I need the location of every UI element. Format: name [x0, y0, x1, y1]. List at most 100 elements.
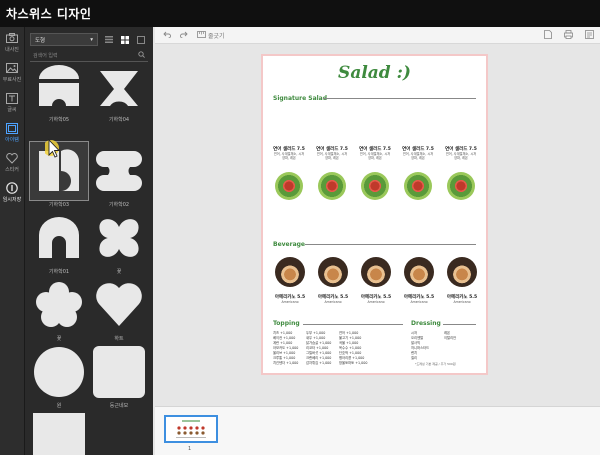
editor-toolbar: 줄긋기 — [155, 27, 600, 44]
beverage-item[interactable]: 아메리카노 5.5 Americano — [270, 294, 310, 304]
large-view-icon[interactable] — [134, 33, 148, 46]
shape-item[interactable]: 기하학02 — [90, 142, 148, 208]
heart-shape — [90, 276, 148, 334]
item-desc: 양파, 레몬 — [325, 156, 339, 160]
salad-item[interactable]: 연어 샐러드 7.5 연어, 사계절채소, 시저 양파, 레몬 — [441, 146, 481, 160]
shape-grid: 기하학05 기하학04 기하학03 기하학02 기하학01 꽃 꽃 하트 원 둥… — [28, 65, 148, 455]
rail-item-items[interactable]: 아이템 — [0, 117, 24, 147]
list-item: 치킨텐더 +1,000 — [273, 361, 299, 365]
dressing-list-2[interactable]: 레몬 이탈리안 — [444, 331, 456, 341]
list-item: 칠리 — [411, 356, 418, 360]
rail-item-text[interactable]: 글씨 — [0, 87, 24, 117]
item-desc: Americano — [410, 300, 428, 304]
panel-controls: 도형 ▾ — [30, 33, 148, 46]
list-view-icon[interactable] — [102, 33, 116, 46]
section-divider — [305, 244, 476, 245]
topping-list-1[interactable]: 치즈 +1,000 베이컨 +1,000 계란 +1,000 아보카도 +1,0… — [273, 331, 298, 366]
circle-shape — [30, 343, 88, 401]
page-thumbnail[interactable] — [164, 415, 218, 443]
save-circle-icon — [6, 182, 18, 195]
shape-label: 원 — [56, 403, 62, 409]
topping-title[interactable]: Topping — [273, 320, 300, 327]
menu-title[interactable]: Salad :) — [263, 63, 486, 83]
rail-label: 아이템 — [5, 136, 19, 143]
topping-list-2[interactable]: 두부 +1,000 새우 +1,000 닭가슴살 +1,000 리코타 +1,0… — [306, 331, 331, 366]
rounded-square-shape — [90, 343, 148, 401]
beverage-photo[interactable] — [318, 257, 348, 287]
beverage-photo[interactable] — [404, 257, 434, 287]
beverage-item[interactable]: 아메리카노 5.5 Americano — [356, 294, 396, 304]
rail-label: 임시저장 — [2, 196, 22, 203]
shapes-panel: 도형 ▾ 검색어 입력 기하학05 기하학04 기하학03 기하학02 기하학0… — [25, 27, 176, 455]
shape-item[interactable]: 기하학05 — [30, 57, 88, 123]
shape-item[interactable]: 꽃 — [30, 276, 88, 342]
rail-item-free-photos[interactable]: 무료사진 — [0, 57, 24, 87]
beverage-item[interactable]: 아메리카노 5.5 Americano — [442, 294, 482, 304]
salad-item[interactable]: 연어 샐러드 7.5 연어, 사계절채소, 시저 양파, 레몬 — [269, 146, 309, 160]
shape-item[interactable]: 기하학01 — [30, 209, 88, 275]
rail-item-temp-save[interactable]: 임시저장 — [0, 177, 24, 207]
text-icon — [6, 92, 18, 105]
salad-item[interactable]: 연어 샐러드 7.5 연어, 사계절채소, 시저 양파, 레몬 — [312, 146, 352, 160]
print-icon[interactable] — [564, 30, 573, 41]
section-divider — [303, 324, 403, 325]
shape-item[interactable]: 꽃 — [90, 209, 148, 275]
salad-photo[interactable] — [318, 172, 346, 200]
rail-item-stickers[interactable]: 스티커 — [0, 147, 24, 177]
salad-photo[interactable] — [361, 172, 389, 200]
list-item: 감자튀김 +1,000 — [306, 361, 332, 365]
shape-item[interactable]: 네모 — [30, 410, 88, 455]
ruler-icon — [197, 30, 206, 40]
rail-item-my-photos[interactable]: 내사진 — [0, 27, 24, 57]
shape-item[interactable]: 원 — [30, 343, 88, 409]
shapes-icon — [6, 122, 18, 135]
shape-item[interactable]: 둥근네모 — [90, 343, 148, 409]
dressing-title[interactable]: Dressing — [411, 320, 441, 327]
dressing-list-1[interactable]: 시저 오리엔탈 발사믹 허니머스타드 렌치 칠리 — [411, 331, 429, 361]
beverage-item[interactable]: 아메리카노 5.5 Americano — [399, 294, 439, 304]
beverage-photo[interactable] — [275, 257, 305, 287]
shape-item[interactable]: 하트 — [90, 276, 148, 342]
item-desc: Americano — [324, 300, 342, 304]
undo-icon[interactable] — [163, 31, 171, 40]
shape-label: 꽃 — [56, 336, 62, 342]
item-desc: Americano — [281, 300, 299, 304]
beverage-title[interactable]: Beverage — [273, 241, 305, 248]
view-toggle — [102, 33, 148, 46]
salad-photo[interactable] — [275, 172, 303, 200]
salad-photo[interactable] — [404, 172, 432, 200]
item-desc: 양파, 레몬 — [368, 156, 382, 160]
design-page[interactable]: Salad :) Signature Salad 연어 샐러드 7.5 연어, … — [261, 54, 488, 375]
rail-label: 글씨 — [7, 106, 17, 113]
category-value: 도형 — [35, 37, 46, 44]
beverage-item[interactable]: 아메리카노 5.5 Americano — [313, 294, 353, 304]
redo-icon[interactable] — [180, 31, 188, 40]
shape-item[interactable]: 기하학04 — [90, 57, 148, 123]
beverage-photo[interactable] — [361, 257, 391, 287]
geometric-01-shape — [30, 209, 88, 267]
shape-label: 꽃 — [116, 269, 122, 275]
heart-icon — [6, 152, 18, 165]
salad-item[interactable]: 연어 샐러드 7.5 연어, 사계절채소, 시저 양파, 레몬 — [355, 146, 395, 160]
section-divider — [323, 98, 476, 99]
settings-icon[interactable] — [585, 30, 594, 41]
rail-label: 스티커 — [5, 166, 19, 173]
shape-label: 기하학03 — [48, 202, 70, 208]
grid-view-icon[interactable] — [118, 33, 132, 46]
document-icon[interactable] — [544, 30, 552, 41]
shape-label: 둥근네모 — [109, 403, 129, 409]
salad-photo[interactable] — [447, 172, 475, 200]
rail-label: 내사진 — [5, 46, 19, 53]
camera-icon — [6, 32, 18, 45]
topping-list-3[interactable]: 연어 +1,000 불고기 +1,000 곡물 +1,000 옥수수 +1,00… — [339, 331, 367, 366]
align-button[interactable]: 줄긋기 — [197, 30, 225, 40]
signature-title[interactable]: Signature Salad — [273, 95, 327, 102]
beverage-photo[interactable] — [447, 257, 477, 287]
salad-item[interactable]: 연어 샐러드 7.5 연어, 사계절채소, 시저 양파, 레몬 — [398, 146, 438, 160]
dressing-note[interactable]: *드레싱 기본 제공 / 추가 500원 — [415, 362, 456, 366]
category-select[interactable]: 도형 ▾ — [30, 33, 98, 46]
shape-label: 하트 — [114, 336, 124, 342]
image-icon — [6, 62, 18, 75]
rail-label: 무료사진 — [2, 76, 22, 83]
square-shape — [30, 410, 88, 455]
